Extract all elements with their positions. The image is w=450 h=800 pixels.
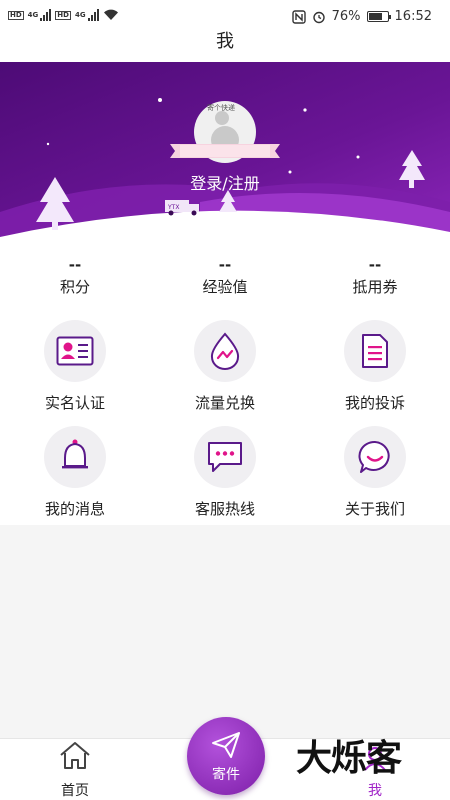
- smile-chat-icon: [358, 440, 390, 473]
- battery-fill: [368, 13, 383, 20]
- menu-real-name-label: 实名认证: [44, 394, 105, 412]
- hd-icon-2: HD: [55, 10, 71, 20]
- signal-icon: [40, 9, 52, 21]
- send-package-label: 寄件: [212, 767, 240, 783]
- stats-row: -- 积分 -- 经验值 -- 抵用券: [0, 254, 450, 297]
- send-package-button[interactable]: 寄件: [187, 717, 265, 795]
- stat-coupons-label: 抵用券: [352, 278, 398, 296]
- stat-points-label: 积分: [59, 278, 90, 296]
- svg-text:寄个快递: 寄个快递: [207, 103, 235, 112]
- nav-home[interactable]: 首页: [45, 739, 105, 800]
- water-drop-icon: [210, 332, 240, 370]
- paper-plane-icon: [212, 732, 240, 758]
- nfc-icon: [291, 9, 306, 24]
- menu-service-hotline[interactable]: 客服热线: [150, 426, 300, 532]
- status-bar: HD 4G HD 4G 76% 16:52: [0, 0, 450, 34]
- battery-icon: [366, 11, 391, 22]
- status-right: 76% 16:52: [291, 9, 432, 24]
- stat-experience-label: 经验值: [202, 278, 248, 296]
- status-left: HD 4G HD 4G: [8, 9, 119, 21]
- menu-my-complaints-label: 我的投诉: [344, 394, 405, 412]
- menu-my-messages-label: 我的消息: [44, 500, 105, 518]
- page-title: 我: [216, 31, 234, 52]
- stat-experience-value: --: [218, 256, 232, 274]
- menu-traffic-exchange[interactable]: 流量兑换: [150, 320, 300, 426]
- nav-home-label: 首页: [61, 783, 89, 799]
- stat-coupons-value: --: [368, 256, 382, 274]
- signal-icon-2: [87, 9, 99, 21]
- menu-about-us[interactable]: 关于我们: [300, 426, 450, 532]
- menu-service-hotline-label: 客服热线: [194, 500, 255, 518]
- id-card-icon: [56, 336, 94, 366]
- chat-bubble-icon: [208, 442, 242, 472]
- title-bar: 我: [0, 31, 450, 62]
- document-icon: [362, 334, 388, 368]
- menu-grid: 实名认证 流量兑换 我的投诉 我的消息 客服热线 关于我们: [0, 320, 450, 532]
- menu-my-complaints[interactable]: 我的投诉: [300, 320, 450, 426]
- svg-text:YTX: YTX: [167, 204, 179, 211]
- clock: 16:52: [394, 9, 432, 24]
- stat-points[interactable]: -- 积分: [0, 254, 150, 297]
- menu-real-name[interactable]: 实名认证: [0, 320, 150, 426]
- stat-experience[interactable]: -- 经验值: [150, 254, 300, 297]
- menu-about-us-label: 关于我们: [344, 500, 405, 518]
- battery-percent: 76%: [331, 9, 361, 24]
- network-type: 4G: [27, 11, 39, 19]
- bell-icon: [62, 439, 88, 469]
- menu-my-messages[interactable]: 我的消息: [0, 426, 150, 532]
- banner-background: YTX 寄个快递: [0, 62, 450, 240]
- wifi-icon: [103, 9, 118, 20]
- watermark-logo: 大烁客: [296, 738, 402, 779]
- network-type-2: 4G: [74, 11, 86, 19]
- menu-traffic-exchange-label: 流量兑换: [194, 394, 255, 412]
- hd-icon: HD: [8, 10, 24, 20]
- alarm-icon: [312, 11, 325, 23]
- nav-mine-label: 我: [368, 783, 382, 799]
- home-icon: [60, 742, 90, 769]
- profile-banner: YTX 寄个快递 登录/注册: [0, 62, 450, 240]
- stat-points-value: --: [68, 256, 82, 274]
- profile-content: -- 积分 -- 经验值 -- 抵用券 实名认证 流量兑换 我的投诉 我的消息 …: [0, 240, 450, 525]
- login-register-link[interactable]: 登录/注册: [0, 170, 450, 194]
- stat-coupons[interactable]: -- 抵用券: [300, 254, 450, 297]
